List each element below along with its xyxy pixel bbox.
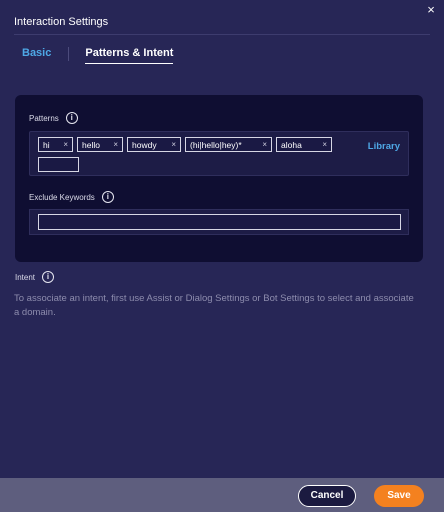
intent-label-row: Intent i: [15, 271, 55, 283]
chip-remove-icon[interactable]: ×: [171, 140, 176, 149]
intent-help-text: To associate an intent, first use Assist…: [14, 293, 414, 318]
pattern-chip[interactable]: howdy ×: [127, 137, 181, 152]
tab-patterns-intent[interactable]: Patterns & Intent: [85, 47, 174, 64]
close-button[interactable]: ×: [424, 2, 438, 18]
tab-basic[interactable]: Basic: [22, 47, 51, 63]
exclude-keywords-label: Exclude Keywords: [29, 192, 95, 202]
intent-label: Intent: [15, 272, 36, 282]
patterns-panel: Patterns i hi × hello × howdy × (hi|hell…: [15, 95, 423, 262]
patterns-label-row: Patterns i: [29, 112, 78, 124]
chip-remove-icon[interactable]: ×: [322, 140, 327, 149]
new-pattern-input[interactable]: [38, 157, 79, 172]
pattern-chip[interactable]: aloha ×: [276, 137, 332, 152]
pattern-chip[interactable]: (hi|hello|hey)* ×: [185, 137, 272, 152]
pattern-chip[interactable]: hi ×: [38, 137, 73, 152]
exclude-label-row: Exclude Keywords i: [29, 191, 114, 203]
chip-text: hi: [43, 139, 50, 150]
chip-text: (hi|hello|hey)*: [190, 139, 242, 150]
chip-remove-icon[interactable]: ×: [63, 140, 68, 149]
patterns-label: Patterns: [29, 113, 59, 123]
tab-bar: Basic Patterns & Intent: [22, 47, 174, 64]
dialog-footer: Cancel Save: [0, 478, 444, 512]
chip-text: howdy: [132, 139, 157, 150]
pattern-chips: hi × hello × howdy × (hi|hello|hey)* × a…: [38, 137, 336, 152]
save-button[interactable]: Save: [374, 485, 424, 507]
info-icon[interactable]: i: [101, 191, 114, 203]
pattern-chip[interactable]: hello ×: [77, 137, 123, 152]
library-link[interactable]: Library: [368, 141, 400, 152]
info-icon[interactable]: i: [42, 271, 55, 283]
patterns-box: hi × hello × howdy × (hi|hello|hey)* × a…: [29, 131, 409, 176]
dialog-title: Interaction Settings: [14, 16, 109, 28]
chip-text: aloha: [281, 139, 302, 150]
tab-divider: [68, 47, 70, 61]
chip-remove-icon[interactable]: ×: [113, 140, 118, 149]
chip-text: hello: [82, 139, 100, 150]
title-divider: [14, 34, 430, 35]
chip-remove-icon[interactable]: ×: [262, 140, 267, 149]
exclude-keywords-input[interactable]: [38, 214, 401, 230]
info-icon[interactable]: i: [65, 112, 78, 124]
close-icon[interactable]: ×: [427, 2, 435, 17]
exclude-keywords-box: [29, 209, 409, 235]
cancel-button[interactable]: Cancel: [298, 485, 356, 507]
